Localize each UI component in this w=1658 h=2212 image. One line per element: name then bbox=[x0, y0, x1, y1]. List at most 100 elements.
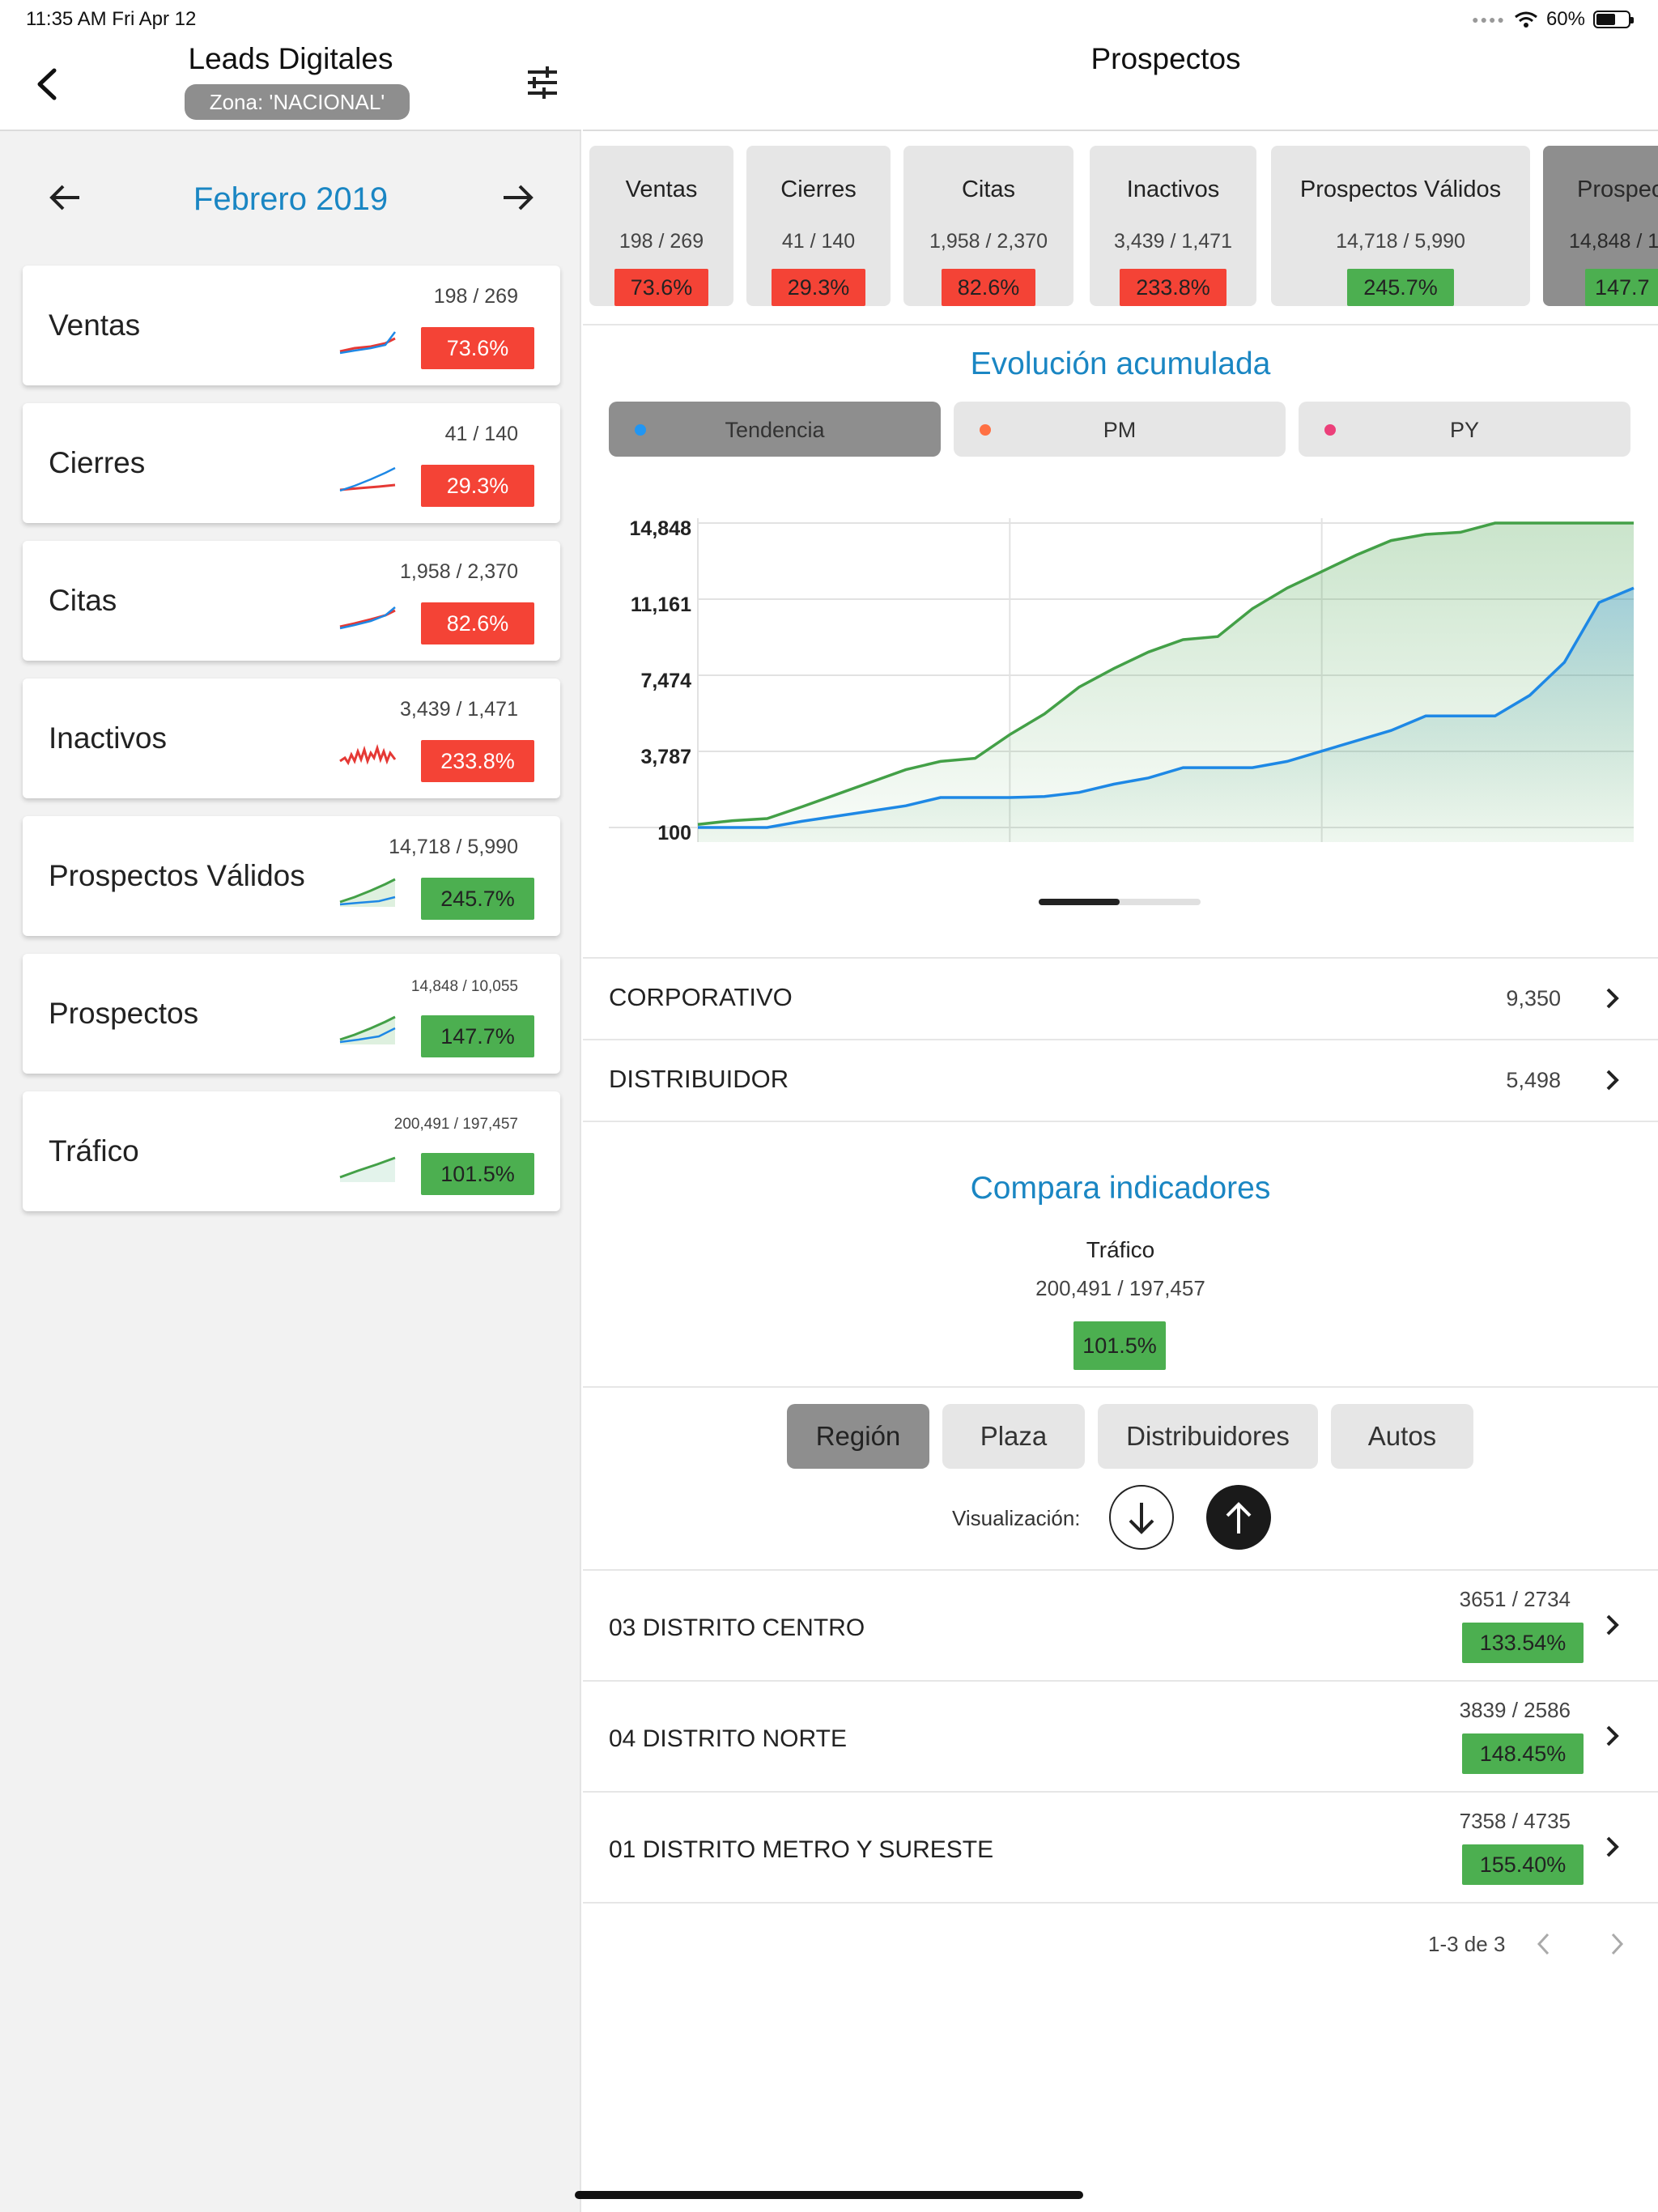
kpi-tile-cierres[interactable]: Cierres 41 / 140 29.3% bbox=[746, 146, 891, 306]
divider bbox=[583, 1902, 1658, 1904]
metric-ratio: 3,439 / 1,471 bbox=[400, 698, 518, 721]
sort-ascending-button[interactable] bbox=[1206, 1485, 1271, 1550]
left-pane: Leads Digitales Zona: 'NACIONAL' Febrero… bbox=[0, 0, 581, 2212]
series-label: PM bbox=[1103, 418, 1137, 442]
segment-autos[interactable]: Autos bbox=[1331, 1404, 1473, 1469]
chevron-right-icon bbox=[1606, 1614, 1619, 1636]
metric-name: Ventas bbox=[49, 308, 141, 342]
status-bar: 11:35 AM Fri Apr 12 ●●●● 60% bbox=[0, 0, 1658, 39]
metric-name: Inactivos bbox=[49, 721, 168, 755]
chevron-right-icon bbox=[1606, 988, 1619, 1009]
series-toggle-pm[interactable]: PM bbox=[954, 402, 1286, 457]
compare-title: Compara indicadores bbox=[970, 1171, 1271, 1206]
metric-card-trafico[interactable]: Tráfico 200,491 / 197,457 101.5% bbox=[23, 1091, 560, 1211]
metric-card-ventas[interactable]: Ventas 198 / 269 73.6% bbox=[23, 266, 560, 385]
sparkline-icon bbox=[339, 878, 396, 907]
kpi-strip[interactable]: Ventas 198 / 269 73.6% Cierres 41 / 140 … bbox=[583, 131, 1658, 325]
segment-region[interactable]: Región bbox=[787, 1404, 929, 1469]
metric-ratio: 198 / 269 bbox=[433, 285, 518, 308]
kpi-tile-prospectos-validos[interactable]: Prospectos Válidos 14,718 / 5,990 245.7% bbox=[1271, 146, 1530, 306]
next-month-button[interactable] bbox=[495, 177, 538, 219]
sparkline-icon bbox=[339, 1156, 396, 1182]
metric-card-prospectos[interactable]: Prospectos 14,848 / 10,055 147.7% bbox=[23, 954, 560, 1074]
evolution-chart: 14,848 11,161 7,474 3,787 100 bbox=[609, 517, 1635, 844]
kpi-ratio: 1,958 / 2,370 bbox=[929, 230, 1048, 253]
kpi-percent-badge: 73.6% bbox=[614, 269, 708, 306]
signal-icon: ●●●● bbox=[1472, 13, 1506, 26]
page-title: Prospectos bbox=[1090, 42, 1241, 75]
metric-name: Tráfico bbox=[49, 1134, 139, 1168]
region-row-distrito-norte[interactable]: 04 DISTRITO NORTE 3839 / 2586 148.45% bbox=[583, 1680, 1658, 1791]
kpi-name: Prospec bbox=[1577, 177, 1658, 202]
metric-card-inactivos[interactable]: Inactivos 3,439 / 1,471 233.8% bbox=[23, 678, 560, 798]
region-ratio: 3839 / 2586 bbox=[1459, 1698, 1571, 1722]
series-toggle-tendencia[interactable]: Tendencia bbox=[609, 402, 941, 457]
app-title: Leads Digitales bbox=[188, 42, 393, 75]
group-value: 9,350 bbox=[1506, 986, 1561, 1010]
kpi-ratio: 14,718 / 5,990 bbox=[1336, 230, 1465, 253]
metric-name: Prospectos Válidos bbox=[49, 858, 305, 892]
metric-card-prospectos-validos[interactable]: Prospectos Válidos 14,718 / 5,990 245.7% bbox=[23, 816, 560, 936]
metric-ratio: 1,958 / 2,370 bbox=[400, 560, 518, 583]
sort-descending-button[interactable] bbox=[1109, 1485, 1174, 1550]
kpi-percent-badge: 245.7% bbox=[1347, 269, 1454, 306]
metric-percent-badge: 101.5% bbox=[421, 1153, 534, 1195]
y-tick-label: 7,474 bbox=[640, 670, 691, 692]
kpi-percent-badge: 29.3% bbox=[772, 269, 865, 306]
kpi-ratio: 198 / 269 bbox=[619, 230, 704, 253]
group-name: DISTRIBUIDOR bbox=[609, 1065, 789, 1093]
metric-percent-badge: 147.7% bbox=[421, 1015, 534, 1057]
divider bbox=[583, 1121, 1658, 1122]
metric-percent-badge: 29.3% bbox=[421, 465, 534, 507]
group-value: 5,498 bbox=[1506, 1068, 1561, 1092]
kpi-ratio: 3,439 / 1,471 bbox=[1114, 230, 1232, 253]
compare-kpi-name: Tráfico bbox=[1086, 1237, 1155, 1262]
group-row-distribuidor[interactable]: DISTRIBUIDOR 5,498 bbox=[583, 1039, 1658, 1120]
kpi-name: Prospectos Válidos bbox=[1299, 177, 1502, 202]
metric-card-cierres[interactable]: Cierres 41 / 140 29.3% bbox=[23, 403, 560, 523]
series-label: PY bbox=[1449, 418, 1480, 442]
y-tick-label: 11,161 bbox=[631, 593, 691, 616]
battery-fill bbox=[1596, 14, 1615, 25]
kpi-name: Citas bbox=[961, 177, 1016, 202]
arrow-up-icon bbox=[1226, 1502, 1252, 1534]
month-navigator: Febrero 2019 bbox=[0, 170, 581, 227]
kpi-tile-inactivos[interactable]: Inactivos 3,439 / 1,471 233.8% bbox=[1090, 146, 1256, 306]
chart-page-indicator-fill bbox=[1039, 899, 1120, 905]
chart-page-indicator bbox=[1039, 899, 1201, 905]
chevron-left-icon[interactable] bbox=[1532, 1930, 1556, 1958]
kpi-tile-prospectos[interactable]: Prospec 14,848 / 1 147.7 bbox=[1543, 146, 1658, 306]
metric-ratio: 41 / 140 bbox=[444, 423, 518, 445]
series-toggle-py[interactable]: PY bbox=[1299, 402, 1630, 457]
kpi-tile-ventas[interactable]: Ventas 198 / 269 73.6% bbox=[589, 146, 733, 306]
compare-percent-badge: 101.5% bbox=[1073, 1321, 1166, 1370]
metric-percent-badge: 82.6% bbox=[421, 602, 534, 644]
metric-ratio: 14,718 / 5,990 bbox=[389, 836, 518, 858]
kpi-ratio: 41 / 140 bbox=[781, 230, 856, 253]
series-label: Tendencia bbox=[725, 418, 825, 442]
sparkline-icon bbox=[339, 466, 396, 492]
metric-card-citas[interactable]: Citas 1,958 / 2,370 82.6% bbox=[23, 541, 560, 661]
region-ratio: 3651 / 2734 bbox=[1459, 1587, 1571, 1611]
kpi-percent-badge: 147.7 bbox=[1585, 269, 1658, 306]
status-indicators: ●●●● 60% bbox=[1472, 8, 1634, 31]
group-name: CORPORATIVO bbox=[609, 983, 793, 1011]
filter-button[interactable] bbox=[525, 65, 560, 100]
region-row-distrito-centro[interactable]: 03 DISTRITO CENTRO 3651 / 2734 133.54% bbox=[583, 1569, 1658, 1680]
y-tick-label: 14,848 bbox=[630, 517, 692, 540]
zona-badge: Zona: 'NACIONAL' bbox=[185, 84, 410, 120]
sliders-icon bbox=[528, 66, 557, 99]
metric-percent-badge: 73.6% bbox=[421, 327, 534, 369]
evolution-title: Evolución acumulada bbox=[970, 347, 1271, 381]
chevron-right-icon[interactable] bbox=[1605, 1930, 1629, 1958]
group-row-corporativo[interactable]: CORPORATIVO 9,350 bbox=[583, 957, 1658, 1038]
kpi-ratio: 14,848 / 1 bbox=[1569, 230, 1658, 253]
segment-plaza[interactable]: Plaza bbox=[942, 1404, 1085, 1469]
segment-distribuidores[interactable]: Distribuidores bbox=[1098, 1404, 1318, 1469]
region-row-distrito-metro-sureste[interactable]: 01 DISTRITO METRO Y SURESTE 7358 / 4735 … bbox=[583, 1791, 1658, 1902]
chevron-right-icon bbox=[1606, 1725, 1619, 1746]
kpi-tile-citas[interactable]: Citas 1,958 / 2,370 82.6% bbox=[903, 146, 1073, 306]
battery-icon bbox=[1593, 11, 1634, 28]
chevron-right-icon bbox=[1606, 1836, 1619, 1857]
status-time: 11:35 AM Fri Apr 12 bbox=[26, 8, 197, 30]
